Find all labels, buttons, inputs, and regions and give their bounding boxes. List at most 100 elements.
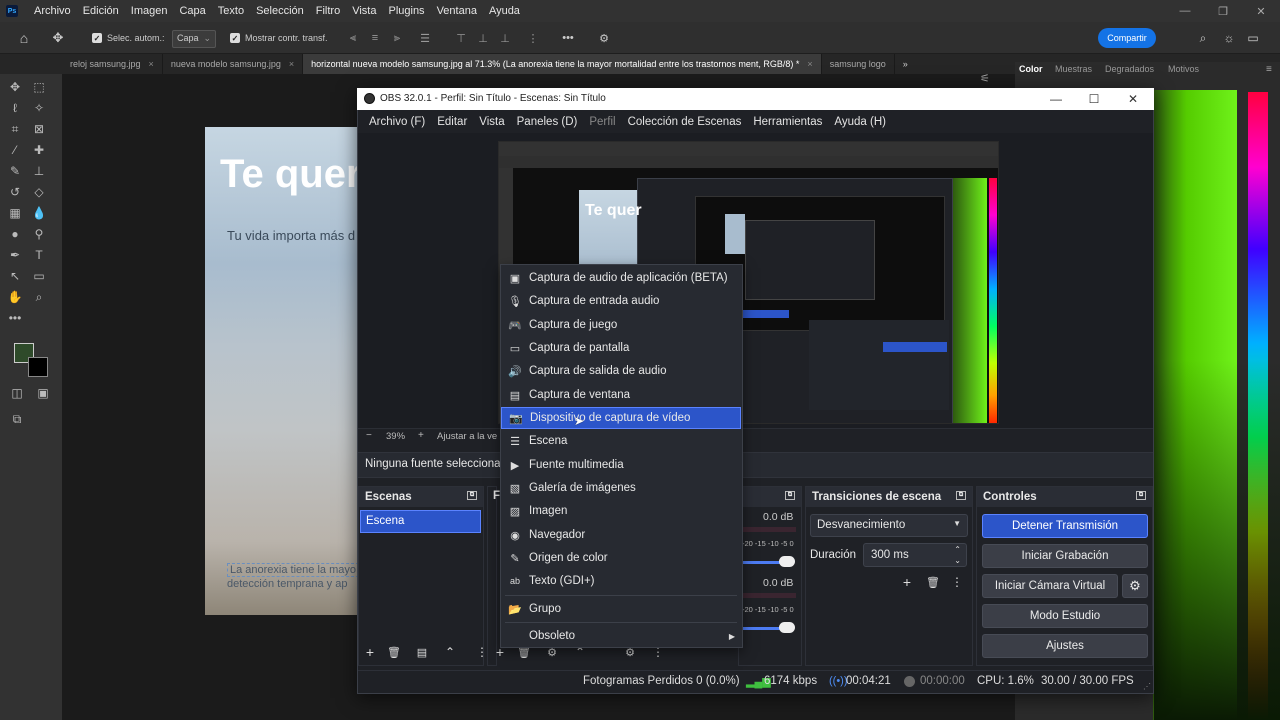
minimize-icon[interactable]: — bbox=[1037, 89, 1075, 109]
start-recording-button[interactable]: Iniciar Grabación bbox=[982, 544, 1148, 568]
ps-tab[interactable]: samsung logo bbox=[822, 54, 895, 74]
studio-mode-button[interactable]: Modo Estudio bbox=[982, 604, 1148, 628]
type-tool-icon[interactable]: T bbox=[30, 246, 48, 264]
ps-menu-capa[interactable]: Capa bbox=[173, 0, 211, 22]
background-color-swatch[interactable] bbox=[28, 357, 48, 377]
obs-menu-coleccion[interactable]: Colección de Escenas bbox=[622, 116, 748, 128]
more-vertical-icon[interactable]: ⋮ bbox=[950, 575, 964, 589]
close-icon[interactable]: × bbox=[807, 59, 812, 69]
panel-layout-icon[interactable]: ▭ bbox=[1246, 31, 1260, 45]
more-options-icon[interactable]: ••• bbox=[561, 31, 575, 45]
scene-list-item[interactable]: Escena bbox=[360, 510, 481, 533]
settings-button[interactable]: Ajustes bbox=[982, 634, 1148, 658]
ps-menu-seleccion[interactable]: Selección bbox=[250, 0, 310, 22]
distribute-vertical-icon[interactable]: ⋮ bbox=[526, 31, 540, 45]
menu-item-group[interactable]: 📂 Grupo bbox=[501, 598, 741, 620]
align-right-icon[interactable]: ⫸ bbox=[390, 31, 404, 45]
ps-tab[interactable]: reloj samsung.jpg × bbox=[62, 54, 163, 74]
ps-menu-texto[interactable]: Texto bbox=[212, 0, 250, 22]
obs-menu-archivo[interactable]: Archivo (F) bbox=[363, 116, 431, 128]
frame-icon[interactable]: ⧉ bbox=[8, 410, 26, 428]
menu-item-scene[interactable]: ☰ Escena bbox=[501, 430, 741, 452]
layer-select-dropdown[interactable]: Capa ⌄ bbox=[172, 30, 216, 48]
ps-menu-vista[interactable]: Vista bbox=[346, 0, 382, 22]
marquee-tool-icon[interactable]: ⬚ bbox=[30, 78, 48, 96]
popout-icon[interactable]: ⧉ bbox=[956, 491, 966, 500]
blur-tool-icon[interactable]: 💧 bbox=[30, 204, 48, 222]
ps-tab[interactable]: nueva modelo samsung.jpg × bbox=[163, 54, 304, 74]
lasso-tool-icon[interactable]: ℓ bbox=[6, 99, 24, 117]
menu-item-window-capture[interactable]: ▤ Captura de ventana bbox=[501, 384, 741, 406]
show-transform-checkbox[interactable]: ✓ bbox=[230, 33, 240, 43]
duration-spinbox[interactable]: 300 ms ⌃ ⌄ bbox=[863, 543, 967, 567]
align-left-icon[interactable]: ⫷ bbox=[346, 31, 360, 45]
obs-menu-paneles[interactable]: Paneles (D) bbox=[511, 116, 584, 128]
menu-item-app-audio-capture[interactable]: ▣ Captura de audio de aplicación (BETA) bbox=[501, 267, 741, 289]
tabs-overflow-icon[interactable]: » bbox=[895, 54, 916, 74]
panel-menu-icon[interactable]: ≡ bbox=[1266, 64, 1272, 75]
ps-menu-ventana[interactable]: Ventana bbox=[431, 0, 483, 22]
magic-wand-icon[interactable]: ✧ bbox=[30, 99, 48, 117]
volume-knob-1[interactable] bbox=[779, 556, 795, 567]
auto-select-checkbox[interactable]: ✓ bbox=[92, 33, 102, 43]
ps-menu-imagen[interactable]: Imagen bbox=[125, 0, 174, 22]
show-transform-option[interactable]: ✓ Mostrar contr. transf. bbox=[230, 30, 328, 46]
share-button[interactable]: Compartir bbox=[1098, 28, 1156, 48]
obs-menu-vista[interactable]: Vista bbox=[473, 116, 510, 128]
frame-tool-icon[interactable]: ⊠ bbox=[30, 120, 48, 138]
pen-tool-icon[interactable]: ✒ bbox=[6, 246, 24, 264]
menu-item-text-gdi[interactable]: ab Texto (GDI+) bbox=[501, 570, 741, 592]
trash-icon[interactable]: 🗑 bbox=[387, 645, 401, 659]
trash-icon[interactable]: 🗑 bbox=[926, 575, 940, 589]
menu-item-image[interactable]: ▨ Imagen bbox=[501, 500, 741, 522]
add-icon[interactable]: + bbox=[363, 644, 377, 660]
align-middle-icon[interactable]: ⊥ bbox=[476, 31, 490, 45]
popout-icon[interactable]: ⧉ bbox=[467, 491, 477, 500]
menu-item-display-capture[interactable]: ▭ Captura de pantalla bbox=[501, 337, 741, 359]
obs-menu-herramientas[interactable]: Herramientas bbox=[747, 116, 828, 128]
stop-streaming-button[interactable]: Detener Transmisión bbox=[982, 514, 1148, 538]
obs-menu-ayuda[interactable]: Ayuda (H) bbox=[828, 116, 892, 128]
ps-menu-edicion[interactable]: Edición bbox=[77, 0, 125, 22]
fit-to-window[interactable]: Ajustar a la ve bbox=[437, 431, 497, 442]
tab-color[interactable]: Color bbox=[1019, 64, 1043, 74]
home-icon[interactable]: ⌂ bbox=[16, 30, 32, 46]
ps-menu-filtro[interactable]: Filtro bbox=[310, 0, 346, 22]
path-select-icon[interactable]: ↖ bbox=[6, 267, 24, 285]
eraser-icon[interactable]: ◇ bbox=[30, 183, 48, 201]
sponge-tool-icon[interactable]: ⚲ bbox=[30, 225, 48, 243]
brush-tool-icon[interactable]: ✎ bbox=[6, 162, 24, 180]
doc-text-line[interactable]: La anorexia tiene la mayo bbox=[227, 563, 359, 577]
stamp-tool-icon[interactable]: ⊥ bbox=[30, 162, 48, 180]
quick-mask-icon[interactable]: ◫ bbox=[8, 384, 26, 402]
gear-icon[interactable]: ⚙ bbox=[597, 31, 611, 45]
ps-menu-archivo[interactable]: Archivo bbox=[28, 0, 77, 22]
volume-knob-2[interactable] bbox=[779, 622, 795, 633]
menu-item-game-capture[interactable]: 🎮 Captura de juego bbox=[501, 314, 741, 336]
menu-item-deprecated[interactable]: Obsoleto ▶ bbox=[501, 625, 741, 647]
distribute-icon[interactable]: ☰ bbox=[418, 31, 432, 45]
obs-menu-editar[interactable]: Editar bbox=[431, 116, 473, 128]
zoom-tool-icon[interactable]: ⌕ bbox=[30, 288, 48, 306]
maximize-icon[interactable]: ❐ bbox=[1204, 0, 1242, 22]
menu-item-color-source[interactable]: ✎ Origen de color bbox=[501, 547, 741, 569]
healing-brush-icon[interactable]: ✚ bbox=[30, 141, 48, 159]
gradient-tool-icon[interactable]: ▦ bbox=[6, 204, 24, 222]
tab-patterns[interactable]: Motivos bbox=[1168, 64, 1199, 74]
menu-item-media-source[interactable]: ▶ Fuente multimedia bbox=[501, 454, 741, 476]
close-icon[interactable]: ✕ bbox=[1242, 0, 1280, 22]
ps-document-canvas[interactable] bbox=[205, 127, 357, 615]
hand-tool-icon[interactable]: ✋ bbox=[6, 288, 24, 306]
close-icon[interactable]: × bbox=[149, 59, 154, 69]
start-virtual-camera-button[interactable]: Iniciar Cámara Virtual bbox=[982, 574, 1118, 598]
tab-gradients[interactable]: Degradados bbox=[1105, 64, 1154, 74]
close-icon[interactable]: ✕ bbox=[1114, 89, 1152, 109]
close-icon[interactable]: × bbox=[289, 59, 294, 69]
maximize-icon[interactable]: ☐ bbox=[1075, 89, 1113, 109]
tab-swatches[interactable]: Muestras bbox=[1055, 64, 1092, 74]
search-icon[interactable]: ⌕ bbox=[1196, 31, 1210, 45]
menu-item-audio-input-capture[interactable]: 🎙 Captura de entrada audio bbox=[501, 290, 741, 312]
add-transition-icon[interactable]: + bbox=[900, 574, 914, 590]
chevron-up-icon[interactable]: ⌃ bbox=[443, 645, 457, 659]
popout-icon[interactable]: ⧉ bbox=[1136, 491, 1146, 500]
